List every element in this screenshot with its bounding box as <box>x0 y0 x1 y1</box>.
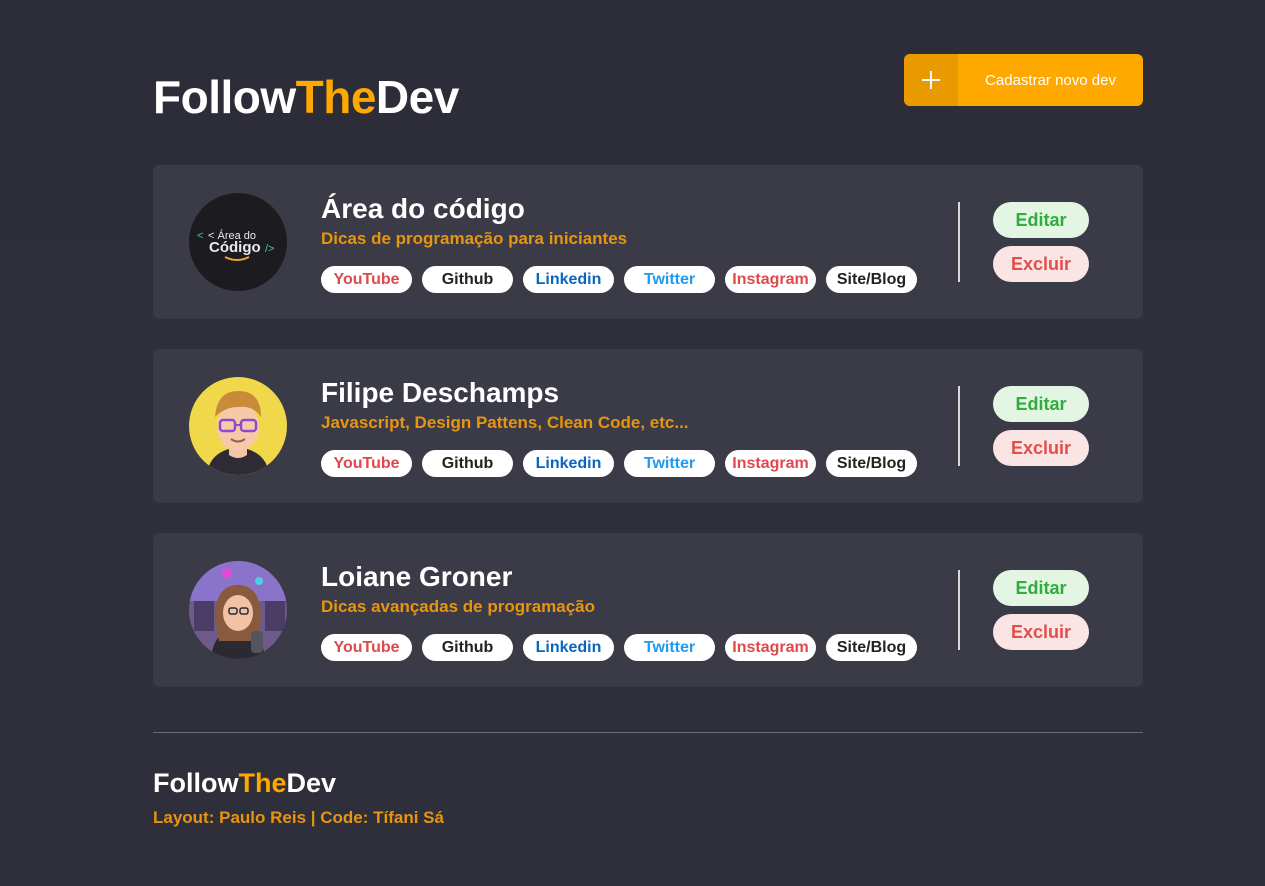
delete-button[interactable]: Excluir <box>993 246 1089 282</box>
youtube-link[interactable]: YouTube <box>321 450 412 477</box>
linkedin-link[interactable]: Linkedin <box>523 266 614 293</box>
plus-icon <box>904 54 958 106</box>
main-container: FollowTheDev Cadastrar novo dev < < Área… <box>153 0 1143 827</box>
instagram-link[interactable]: Instagram <box>725 450 816 477</box>
brand-logo: FollowTheDev <box>153 71 459 123</box>
dev-avatar <box>189 561 287 659</box>
dev-description: Dicas avançadas de programação <box>321 597 596 616</box>
site-link[interactable]: Site/Blog <box>826 450 917 477</box>
edit-button[interactable]: Editar <box>993 202 1089 238</box>
dev-card: Loiane Groner Dicas avançadas de program… <box>153 533 1143 687</box>
instagram-link[interactable]: Instagram <box>725 266 816 293</box>
footer-divider <box>153 732 1143 733</box>
site-link[interactable]: Site/Blog <box>826 634 917 661</box>
dev-card: Filipe Deschamps Javascript, Design Patt… <box>153 349 1143 503</box>
github-link[interactable]: Github <box>422 266 513 293</box>
dev-card: < < Área do Código /> Área do código Dic… <box>153 165 1143 319</box>
social-links: YouTube Github Linkedin Twitter Instagra… <box>321 634 917 661</box>
add-dev-button[interactable]: Cadastrar novo dev <box>904 54 1143 106</box>
social-links: YouTube Github Linkedin Twitter Instagra… <box>321 266 917 293</box>
twitter-link[interactable]: Twitter <box>624 450 715 477</box>
card-divider <box>958 202 960 282</box>
dev-avatar <box>189 377 287 475</box>
edit-button[interactable]: Editar <box>993 386 1089 422</box>
delete-button[interactable]: Excluir <box>993 614 1089 650</box>
linkedin-link[interactable]: Linkedin <box>523 634 614 661</box>
edit-button[interactable]: Editar <box>993 570 1089 606</box>
svg-text:/>: /> <box>265 243 274 255</box>
dev-description: Dicas de programação para iniciantes <box>321 229 628 248</box>
card-divider <box>958 570 960 650</box>
youtube-link[interactable]: YouTube <box>321 266 412 293</box>
social-links: YouTube Github Linkedin Twitter Instagra… <box>321 450 917 477</box>
svg-text:<: < <box>197 230 203 242</box>
instagram-link[interactable]: Instagram <box>725 634 816 661</box>
delete-button[interactable]: Excluir <box>993 430 1089 466</box>
dev-name: Área do código <box>321 193 525 224</box>
footer-credit: Layout: Paulo Reis | Code: Tífani Sá <box>153 808 444 827</box>
twitter-link[interactable]: Twitter <box>624 634 715 661</box>
github-link[interactable]: Github <box>422 450 513 477</box>
svg-text:Código: Código <box>209 239 261 256</box>
card-divider <box>958 386 960 466</box>
dev-description: Javascript, Design Pattens, Clean Code, … <box>321 413 689 432</box>
youtube-link[interactable]: YouTube <box>321 634 412 661</box>
footer-logo: FollowTheDev <box>153 768 337 798</box>
site-link[interactable]: Site/Blog <box>826 266 917 293</box>
twitter-link[interactable]: Twitter <box>624 266 715 293</box>
header: FollowTheDev Cadastrar novo dev <box>153 0 1143 165</box>
github-link[interactable]: Github <box>422 634 513 661</box>
dev-name: Loiane Groner <box>321 561 513 592</box>
dev-avatar: < < Área do Código /> <box>189 193 287 291</box>
dev-name: Filipe Deschamps <box>321 377 560 408</box>
add-dev-label: Cadastrar novo dev <box>985 71 1116 89</box>
linkedin-link[interactable]: Linkedin <box>523 450 614 477</box>
